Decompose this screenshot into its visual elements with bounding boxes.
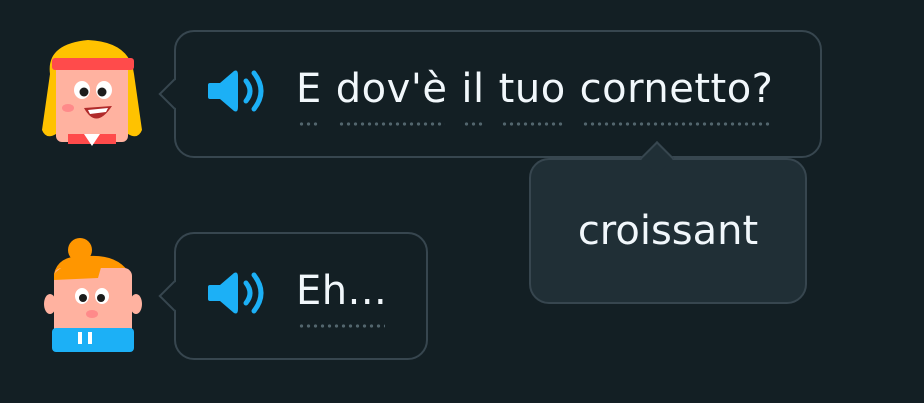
translation-tooltip: croissant (529, 141, 807, 304)
bubble-tail (158, 280, 190, 312)
avatar-junior (38, 234, 148, 354)
word-token[interactable]: dov'è (336, 66, 448, 126)
bubble-tail (158, 78, 190, 110)
message-text-2: Eh... (296, 268, 387, 328)
word-token-selected[interactable]: cornetto? (580, 66, 774, 126)
message-text-1: E dov'è il tuo cornetto? (296, 66, 774, 126)
message-bubble-1: E dov'è il tuo cornetto? (158, 30, 822, 158)
word-token[interactable]: E (296, 66, 322, 126)
translation-text: croissant (577, 208, 759, 254)
avatar-lily (38, 34, 148, 152)
speaker-icon[interactable] (206, 269, 270, 317)
word-token[interactable]: Eh... (296, 268, 387, 328)
word-token[interactable]: il (461, 66, 484, 126)
word-token[interactable]: tuo (499, 66, 566, 126)
message-bubble-2: Eh... (158, 232, 428, 360)
speaker-icon[interactable] (206, 67, 270, 115)
